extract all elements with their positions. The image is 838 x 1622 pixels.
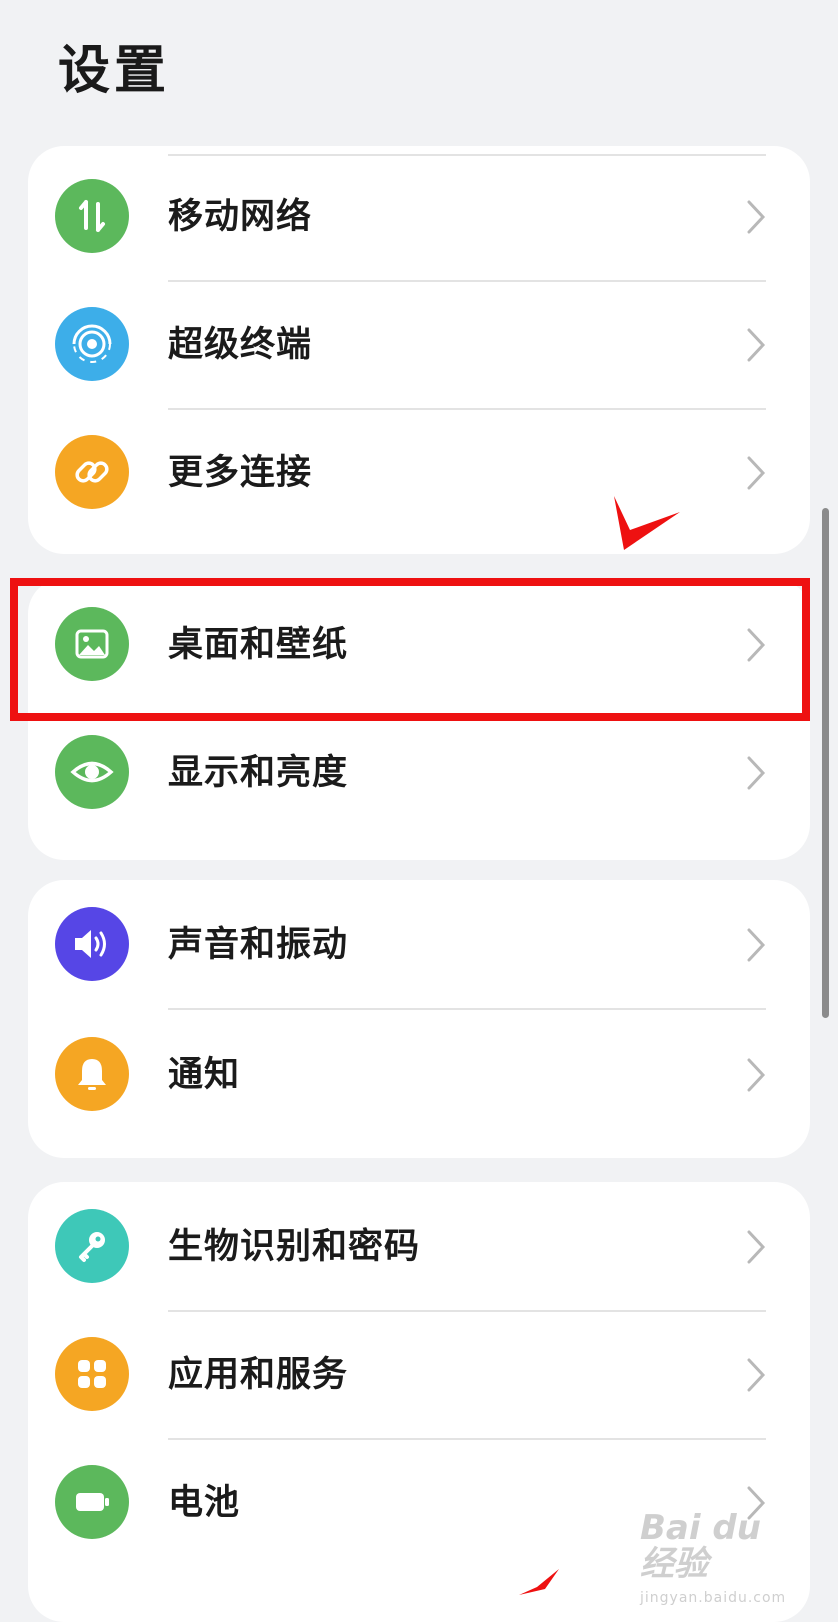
scrollbar[interactable] — [822, 508, 829, 1018]
page-title: 设置 — [58, 41, 171, 101]
settings-item-label: 更多连接 — [168, 453, 313, 493]
settings-item-biometrics-password[interactable]: 生物识别和密码 — [28, 1182, 810, 1312]
settings-item-super-device[interactable]: 超级终端 — [28, 280, 810, 410]
settings-item-desktop-wallpaper[interactable]: 桌面和壁纸 — [28, 580, 810, 710]
wallpaper-icon — [55, 607, 129, 681]
chevron-right-icon — [747, 1230, 766, 1264]
chevron-right-icon — [747, 456, 766, 490]
settings-item-display-brightness[interactable]: 显示和亮度 — [28, 708, 810, 838]
chevron-right-icon — [747, 628, 766, 662]
speaker-icon — [55, 907, 129, 981]
settings-group-display: 桌面和壁纸 显示和亮度 — [28, 578, 810, 860]
annotation-arrow-icon — [614, 496, 680, 550]
chevron-right-icon — [747, 328, 766, 362]
chevron-right-icon — [747, 200, 766, 234]
link-icon — [55, 435, 129, 509]
settings-item-label: 声音和振动 — [168, 925, 349, 965]
settings-item-mobile-network[interactable]: 移动网络 — [28, 152, 810, 282]
chevron-right-icon — [747, 928, 766, 962]
watermark: Bai du 经验 jingyan.baidu.com — [640, 1508, 790, 1606]
annotation-arrow-icon — [519, 1569, 559, 1595]
mobile-data-icon — [55, 179, 129, 253]
watermark-url: jingyan.baidu.com — [640, 1590, 787, 1606]
settings-item-label: 电池 — [168, 1483, 241, 1523]
eye-icon — [55, 735, 129, 809]
settings-item-label: 生物识别和密码 — [168, 1227, 421, 1267]
key-icon — [55, 1209, 129, 1283]
chevron-right-icon — [747, 756, 766, 790]
settings-item-more-connections[interactable]: 更多连接 — [28, 408, 810, 538]
settings-item-sound-vibration[interactable]: 声音和振动 — [28, 880, 810, 1010]
settings-item-label: 通知 — [168, 1055, 241, 1095]
settings-item-apps-services[interactable]: 应用和服务 — [28, 1310, 810, 1440]
settings-item-label: 桌面和壁纸 — [168, 625, 349, 665]
chevron-right-icon — [747, 1358, 766, 1392]
settings-group-connectivity: 移动网络 超级终端 更多连接 — [28, 146, 810, 554]
battery-icon — [55, 1465, 129, 1539]
settings-item-label: 应用和服务 — [168, 1355, 349, 1395]
bell-icon — [55, 1037, 129, 1111]
settings-group-sound: 声音和振动 通知 — [28, 880, 810, 1158]
settings-item-label: 超级终端 — [168, 325, 313, 365]
settings-item-label: 显示和亮度 — [168, 753, 349, 793]
watermark-logo: Bai du 经验 — [640, 1508, 761, 1584]
chevron-right-icon — [747, 1058, 766, 1092]
super-device-icon — [55, 307, 129, 381]
settings-item-notifications[interactable]: 通知 — [28, 1010, 810, 1140]
apps-icon — [55, 1337, 129, 1411]
settings-item-label: 移动网络 — [168, 197, 313, 237]
